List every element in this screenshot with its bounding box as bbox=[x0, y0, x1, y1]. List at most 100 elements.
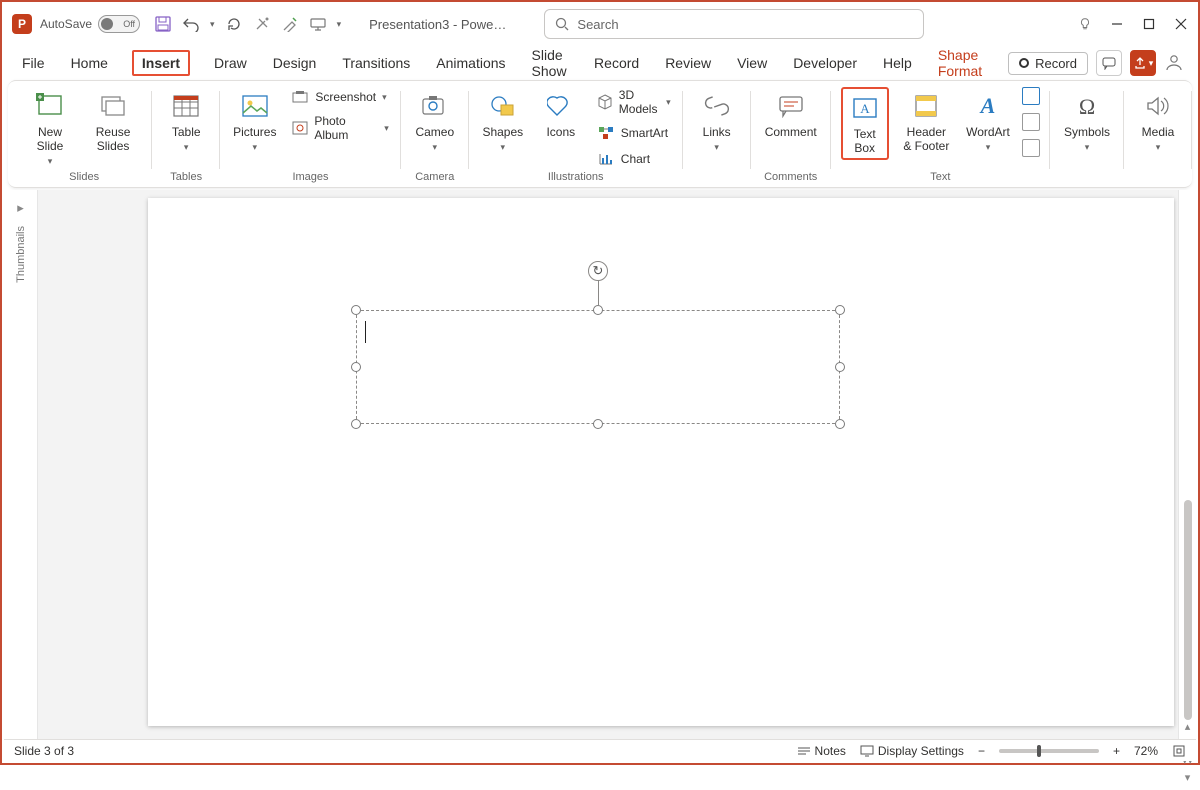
wordart-button[interactable]: A WordArt ▾ bbox=[964, 87, 1012, 154]
new-slide-button[interactable]: New Slide ▾ bbox=[26, 87, 74, 168]
zoom-knob[interactable] bbox=[1037, 745, 1041, 757]
comments-pane-button[interactable] bbox=[1096, 50, 1122, 76]
screenshot-button[interactable]: Screenshot ▾ bbox=[289, 87, 390, 107]
zoom-out-icon[interactable]: − bbox=[978, 744, 985, 758]
group-camera: Cameo ▾ Camera bbox=[401, 81, 469, 187]
selected-text-box[interactable]: ↻ bbox=[356, 310, 840, 424]
tab-file[interactable]: File bbox=[20, 51, 47, 75]
slide[interactable]: ↻ bbox=[148, 198, 1174, 726]
account-icon[interactable] bbox=[1164, 52, 1186, 74]
slide-indicator[interactable]: Slide 3 of 3 bbox=[14, 744, 74, 758]
shapes-button[interactable]: Shapes ▾ bbox=[479, 87, 527, 154]
ribbon-tabs: File Home Insert Draw Design Transitions… bbox=[2, 46, 1198, 80]
tab-home[interactable]: Home bbox=[69, 51, 110, 75]
close-icon[interactable] bbox=[1174, 17, 1188, 31]
tab-help[interactable]: Help bbox=[881, 51, 914, 75]
search-box[interactable]: Search bbox=[544, 9, 924, 39]
expand-thumbnails-icon[interactable]: ▸ bbox=[17, 200, 24, 216]
fit-window-icon[interactable] bbox=[1172, 744, 1186, 758]
tab-developer[interactable]: Developer bbox=[791, 51, 859, 75]
tab-review[interactable]: Review bbox=[663, 51, 713, 75]
resize-handle-ml[interactable] bbox=[351, 362, 361, 372]
3d-models-button[interactable]: 3D Models ▾ bbox=[595, 87, 673, 117]
tab-design[interactable]: Design bbox=[271, 51, 319, 75]
record-dot-icon bbox=[1019, 58, 1029, 68]
share-button[interactable]: ▾ bbox=[1130, 50, 1156, 76]
redo-icon[interactable] bbox=[225, 15, 243, 33]
scrollbar-thumb[interactable] bbox=[1184, 500, 1192, 720]
text-box-button[interactable]: A Text Box bbox=[841, 87, 889, 160]
resize-handle-tr[interactable] bbox=[835, 305, 845, 315]
resize-handle-br[interactable] bbox=[835, 419, 845, 429]
photo-album-button[interactable]: Photo Album ▾ bbox=[289, 113, 390, 143]
icons-icon bbox=[544, 89, 578, 123]
rotation-handle[interactable]: ↻ bbox=[588, 261, 608, 281]
vertical-scrollbar[interactable]: ▴ ▴▴ ▾▾ ▾ bbox=[1178, 190, 1196, 739]
new-slide-icon bbox=[33, 89, 67, 123]
present-icon[interactable] bbox=[309, 15, 327, 33]
pictures-button[interactable]: Pictures ▾ bbox=[230, 87, 279, 154]
tab-draw[interactable]: Draw bbox=[212, 51, 249, 75]
resize-handle-mr[interactable] bbox=[835, 362, 845, 372]
quick-tool-2-icon[interactable] bbox=[281, 15, 299, 33]
zoom-slider[interactable] bbox=[999, 749, 1099, 753]
cameo-button[interactable]: Cameo ▾ bbox=[411, 87, 459, 154]
comment-button[interactable]: Comment bbox=[761, 87, 821, 142]
tab-insert[interactable]: Insert bbox=[132, 50, 190, 76]
autosave-label: AutoSave bbox=[40, 17, 92, 31]
lightbulb-icon[interactable] bbox=[1078, 17, 1092, 31]
display-settings-button[interactable]: Display Settings bbox=[860, 744, 964, 758]
links-button[interactable]: Links ▾ bbox=[693, 87, 741, 154]
work-area: ▸ Thumbnails ↻ ▴ ▴▴ ▾▾ ▾ bbox=[4, 190, 1196, 739]
notes-button[interactable]: Notes bbox=[797, 744, 846, 758]
svg-text:Ω: Ω bbox=[1079, 94, 1095, 118]
undo-more-icon[interactable]: ▾ bbox=[210, 20, 215, 29]
record-button[interactable]: Record bbox=[1008, 52, 1088, 75]
thumbnails-rail[interactable]: ▸ Thumbnails bbox=[4, 190, 38, 739]
tab-view[interactable]: View bbox=[735, 51, 769, 75]
autosave-toggle[interactable]: AutoSave Off bbox=[40, 15, 140, 33]
chevron-down-icon: ▾ bbox=[48, 157, 53, 166]
autosave-switch[interactable]: Off bbox=[98, 15, 140, 33]
reuse-slides-button[interactable]: Reuse Slides bbox=[84, 87, 142, 156]
display-icon bbox=[860, 745, 874, 757]
media-button[interactable]: Media ▾ bbox=[1134, 87, 1182, 154]
smartart-button[interactable]: SmartArt bbox=[595, 123, 673, 143]
date-time-icon[interactable] bbox=[1022, 87, 1040, 105]
resize-handle-tl[interactable] bbox=[351, 305, 361, 315]
prev-slide-icon[interactable]: ▴ bbox=[1185, 720, 1191, 733]
rotation-connector bbox=[598, 277, 599, 305]
zoom-level[interactable]: 72% bbox=[1134, 744, 1158, 758]
maximize-icon[interactable] bbox=[1142, 17, 1156, 31]
slide-canvas[interactable]: ↻ bbox=[38, 190, 1178, 739]
tab-transitions[interactable]: Transitions bbox=[340, 51, 412, 75]
tab-slideshow[interactable]: Slide Show bbox=[530, 43, 571, 83]
resize-handle-bm[interactable] bbox=[593, 419, 603, 429]
quick-tool-1-icon[interactable] bbox=[253, 15, 271, 33]
tab-animations[interactable]: Animations bbox=[434, 51, 507, 75]
tab-record[interactable]: Record bbox=[592, 51, 641, 75]
save-icon[interactable] bbox=[154, 15, 172, 33]
symbols-button[interactable]: Ω Symbols ▾ bbox=[1060, 87, 1114, 154]
thumbnails-label: Thumbnails bbox=[15, 226, 27, 283]
next-slide-icon[interactable]: ▾ bbox=[1185, 771, 1191, 784]
chevron-down-icon: ▾ bbox=[714, 143, 719, 152]
table-button[interactable]: Table ▾ bbox=[162, 87, 210, 154]
undo-icon[interactable] bbox=[182, 15, 200, 33]
resize-handle-bl[interactable] bbox=[351, 419, 361, 429]
group-tables: Table ▾ Tables bbox=[152, 81, 220, 187]
header-footer-button[interactable]: Header & Footer bbox=[899, 87, 954, 156]
qat-more-icon[interactable]: ▾ bbox=[337, 20, 342, 29]
tab-shape-format[interactable]: Shape Format bbox=[936, 43, 986, 83]
table-icon bbox=[169, 89, 203, 123]
slide-number-icon[interactable] bbox=[1022, 113, 1040, 131]
svg-text:A: A bbox=[979, 93, 996, 118]
object-icon[interactable] bbox=[1022, 139, 1040, 157]
minimize-icon[interactable] bbox=[1110, 17, 1124, 31]
resize-handle-tm[interactable] bbox=[593, 305, 603, 315]
ribbon: New Slide ▾ Reuse Slides Slides Table ▾ … bbox=[8, 80, 1192, 188]
icons-button[interactable]: Icons bbox=[537, 87, 585, 142]
group-symbols: Ω Symbols ▾ bbox=[1050, 81, 1124, 187]
chart-button[interactable]: Chart bbox=[595, 149, 673, 169]
zoom-in-icon[interactable]: + bbox=[1113, 744, 1120, 758]
